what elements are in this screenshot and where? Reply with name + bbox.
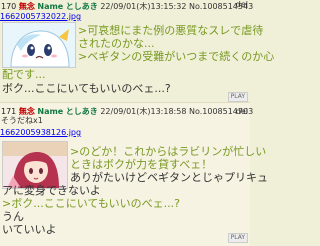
quote-line: >ボク...ここにいてもいいのべェ...? <box>2 197 180 210</box>
comment-line: うん <box>2 210 24 223</box>
anon-label: 無念 <box>18 107 35 116</box>
quote-line: されたのかな... <box>78 37 155 50</box>
comment-line: アに変身できないよ <box>2 184 101 197</box>
post-number: 170 <box>1 2 17 11</box>
anon-label: 無念 <box>18 2 35 11</box>
post-number: 171 <box>1 107 17 116</box>
character-illustration <box>3 23 75 67</box>
post-header: 170 無念 Name としあき 22/09/01(木)13:15:32 No.… <box>1 2 253 12</box>
post-thumbnail[interactable] <box>2 22 76 68</box>
quote-line: >ベギタンの受難がいつまで続くのか心 <box>78 50 275 63</box>
quote-line: >可哀想にまた例の悪質なスレで虐待 <box>78 24 264 37</box>
delete-link[interactable]: del <box>236 0 248 10</box>
play-button[interactable]: PLAY <box>227 233 248 243</box>
quote-line: 配です... <box>2 68 46 81</box>
post-170: 170 無念 Name としあき 22/09/01(木)13:15:32 No.… <box>0 0 274 102</box>
soudane-label: そうだねx1 <box>1 116 43 125</box>
author-name: としあき <box>65 107 98 116</box>
soudane-button[interactable]: そうだねx1 <box>1 116 43 126</box>
quote-line: ときはボクが力を貸すべェ！ <box>70 158 213 171</box>
delete-link[interactable]: del <box>236 107 248 117</box>
comment-line: ありがたいけどベギタンとじゃプリキュ <box>70 171 268 184</box>
image-filename-link[interactable]: 1662005732022.jpg <box>0 12 81 22</box>
post-datetime: 22/09/01(木)13:15:32 <box>100 2 187 11</box>
author-name: としあき <box>65 2 98 11</box>
post-datetime: 22/09/01(木)13:18:58 <box>100 107 187 116</box>
comment-line: いていいよ <box>2 223 57 236</box>
name-label: Name <box>37 2 64 11</box>
play-button[interactable]: PLAY <box>227 92 248 102</box>
character-illustration <box>3 142 67 188</box>
image-filename-link[interactable]: 1662005938126.jpg <box>0 128 81 138</box>
quote-line: >のどか！これからはラビリンが忙しい <box>70 145 267 158</box>
comment-line: ボク...ここにいてもいいのべェ...? <box>2 82 171 95</box>
name-label: Name <box>37 107 64 116</box>
post-thumbnail[interactable] <box>2 141 68 189</box>
